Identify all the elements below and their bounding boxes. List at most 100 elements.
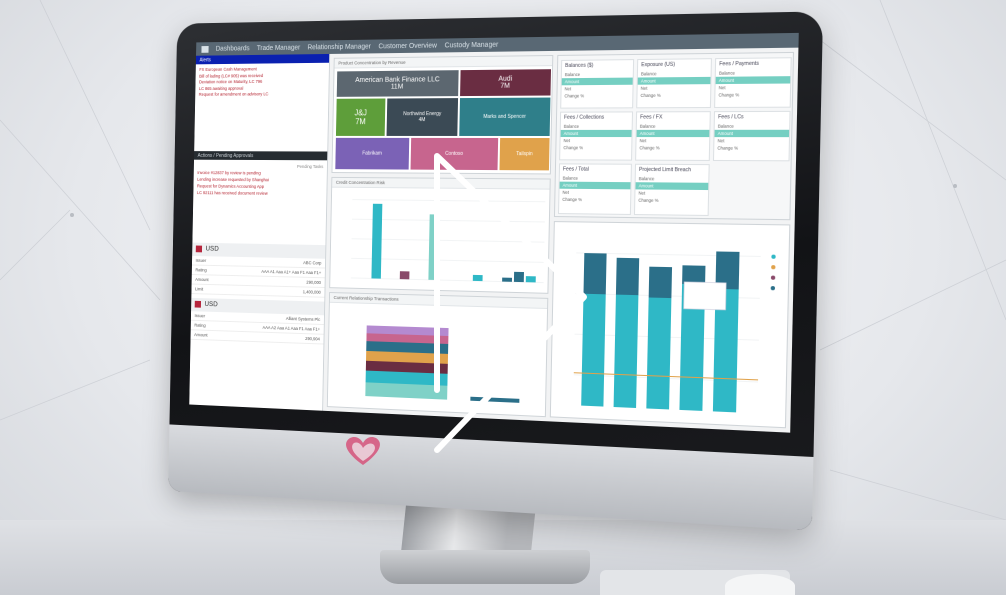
credit-bar[interactable] — [428, 214, 439, 280]
credit-bar[interactable] — [473, 275, 483, 281]
kpi-row-label: Amount — [718, 131, 733, 136]
kpi-row: Change % — [561, 92, 632, 100]
card-row-label: Rating — [194, 322, 205, 327]
credit-bar[interactable] — [400, 271, 410, 279]
treemap-tile[interactable]: Marks and Spencer — [458, 97, 551, 137]
kpi-row-label: Change % — [717, 145, 738, 150]
exposure-bar-top — [649, 267, 672, 298]
kpi-row-label: Balance — [563, 176, 578, 181]
kpi-row-label: Balance — [564, 124, 579, 129]
nav-item-relationship-manager[interactable]: Relationship Manager — [307, 43, 370, 51]
treemap-tile[interactable]: Contoso — [410, 137, 500, 171]
tile-value: 4M — [419, 117, 426, 123]
kpi-row-label: Amount — [639, 183, 654, 188]
credit-bar[interactable] — [514, 272, 524, 282]
exposure-bar-top — [583, 253, 606, 294]
kpi-row: Change % — [715, 91, 790, 99]
currency-card[interactable]: USD Issuer ABC Corp Rating AAA A1 Aaa A1+ … — [191, 242, 325, 297]
treemap-tile[interactable]: Tailspin — [498, 137, 550, 171]
kpi-tile[interactable]: Exposure (US) Balance Amount Net Change … — [636, 58, 712, 108]
kpi-tile[interactable]: Fees / Payments Balance Amount Net Chang… — [714, 57, 792, 108]
tooltip — [684, 282, 727, 310]
treemap-tile[interactable]: Northwind Energy 4M — [386, 97, 459, 137]
kpi-tile[interactable]: Balances ($) Balance Amount Net Change % — [560, 59, 634, 109]
card-row-value: AAA A1 Aaa A1+ Aaa F1 Aaa F1+ — [261, 269, 321, 275]
kpi-row-label: Net — [718, 138, 725, 143]
treemap-tile[interactable]: Fabrikam — [334, 137, 410, 171]
card-row-label: Limit — [195, 286, 203, 291]
kpi-row: Change % — [635, 197, 708, 205]
kpi-row-label: Change % — [564, 93, 584, 98]
kpi-tile[interactable]: Fees / Collections Balance Amount Net Ch… — [559, 111, 633, 160]
approval-item[interactable]: LC 92111 has received document review — [197, 189, 323, 197]
card-row-value: AAA A2 Aaa A1 Aaa F1 Aaa F1+ — [262, 324, 320, 331]
relationship-transactions-panel: Current Relationship Transactions — [327, 292, 548, 417]
card-row-value: 1,400,000 — [303, 289, 321, 294]
kpi-row-label: Net — [565, 86, 572, 91]
treemap-tile[interactable]: Audi 7M — [459, 68, 552, 97]
tile-name: Marks and Spencer — [483, 114, 526, 120]
legend-dot — [771, 255, 775, 259]
nav-item-dashboards[interactable]: Dashboards — [216, 45, 250, 52]
currency-flag-icon — [196, 246, 202, 253]
credit-bar[interactable] — [371, 204, 382, 279]
kpi-tile-title: Projected Limit Breach — [636, 165, 709, 176]
tile-name: Contoso — [445, 151, 463, 157]
relationship-transactions-chart — [328, 303, 547, 414]
kpi-tile[interactable]: Fees / LCs Balance Amount Net Change % — [713, 111, 791, 161]
kpi-tile-title: Balances ($) — [562, 60, 633, 71]
exposure-trend-chart — [551, 222, 789, 427]
kpi-row-label: Net — [638, 190, 645, 195]
card-row-label: Issuer — [194, 313, 205, 318]
credit-concentration-chart — [330, 188, 549, 291]
kpi-tile[interactable]: Fees / FX Balance Amount Net Change % — [635, 111, 711, 161]
nav-item-customer-overview[interactable]: Customer Overview — [378, 42, 437, 50]
tile-name: J&J — [354, 108, 367, 117]
kpi-tile[interactable]: Projected Limit Breach Balance Amount Ne… — [634, 164, 710, 216]
monitor-screen: Dashboards Trade Manager Relationship Ma… — [189, 33, 799, 433]
kpi-row-label: Amount — [565, 79, 580, 84]
kpi-row: Amount — [637, 130, 710, 137]
credit-bar[interactable] — [502, 278, 512, 282]
kpi-row-label: Net — [719, 85, 726, 90]
currency-label: USD — [206, 246, 219, 253]
kpi-tile[interactable]: Fees / Total Balance Amount Net Change % — [558, 163, 632, 215]
card-row: Limit 1,400,000 — [191, 284, 324, 297]
nav-item-custody-manager[interactable]: Custody Manager — [445, 41, 499, 49]
kpi-row-label: Net — [563, 138, 570, 143]
card-row-label: Issuer — [196, 257, 207, 262]
stacked-bar[interactable] — [365, 325, 448, 399]
kpi-row: Amount — [714, 130, 789, 137]
tile-name: Tailspin — [516, 151, 533, 157]
credit-concentration-panel: Credit Concentration Risk — [329, 177, 551, 294]
heart-logo — [338, 433, 388, 469]
kpi-row-label: Change % — [638, 198, 658, 203]
home-icon[interactable] — [201, 46, 208, 53]
kpi-row: Change % — [636, 144, 709, 151]
treemap-title: Product Concentration by Revenue — [335, 56, 553, 69]
kpi-row-label: Balance — [565, 72, 580, 77]
tile-value: 7M — [355, 117, 366, 126]
tile-name: Fabrikam — [362, 151, 382, 157]
kpi-row: Change % — [560, 144, 631, 151]
kpi-row: Net — [714, 137, 789, 144]
stacked-bar-small[interactable] — [470, 397, 519, 403]
legend-dot — [771, 265, 775, 269]
approvals-list: Pending Tasks Invoice #12837 by review i… — [193, 159, 327, 200]
kpi-tile-title: Fees / Collections — [561, 112, 632, 122]
currency-card[interactable]: USD Issuer Alliant Systems Plc Rating AAA … — [191, 297, 325, 344]
treemap-tile[interactable]: American Bank Finance LLC 11M — [336, 69, 460, 98]
mouse — [725, 574, 795, 595]
kpi-tile-title: Fees / Payments — [716, 58, 791, 69]
credit-bar[interactable] — [526, 276, 536, 282]
legend-dot — [771, 286, 775, 290]
alert-item[interactable]: Request for amendment on advisory LC — [199, 91, 325, 98]
treemap-tile[interactable]: J&J 7M — [335, 98, 386, 137]
kpi-row-label: Net — [640, 138, 647, 143]
card-row-label: Rating — [195, 267, 206, 272]
nav-item-trade-manager[interactable]: Trade Manager — [257, 44, 301, 51]
kpi-row: Amount — [561, 130, 632, 137]
currency-label: USD — [204, 301, 217, 308]
kpi-row: Change % — [637, 91, 710, 99]
legend-dot — [771, 276, 775, 280]
